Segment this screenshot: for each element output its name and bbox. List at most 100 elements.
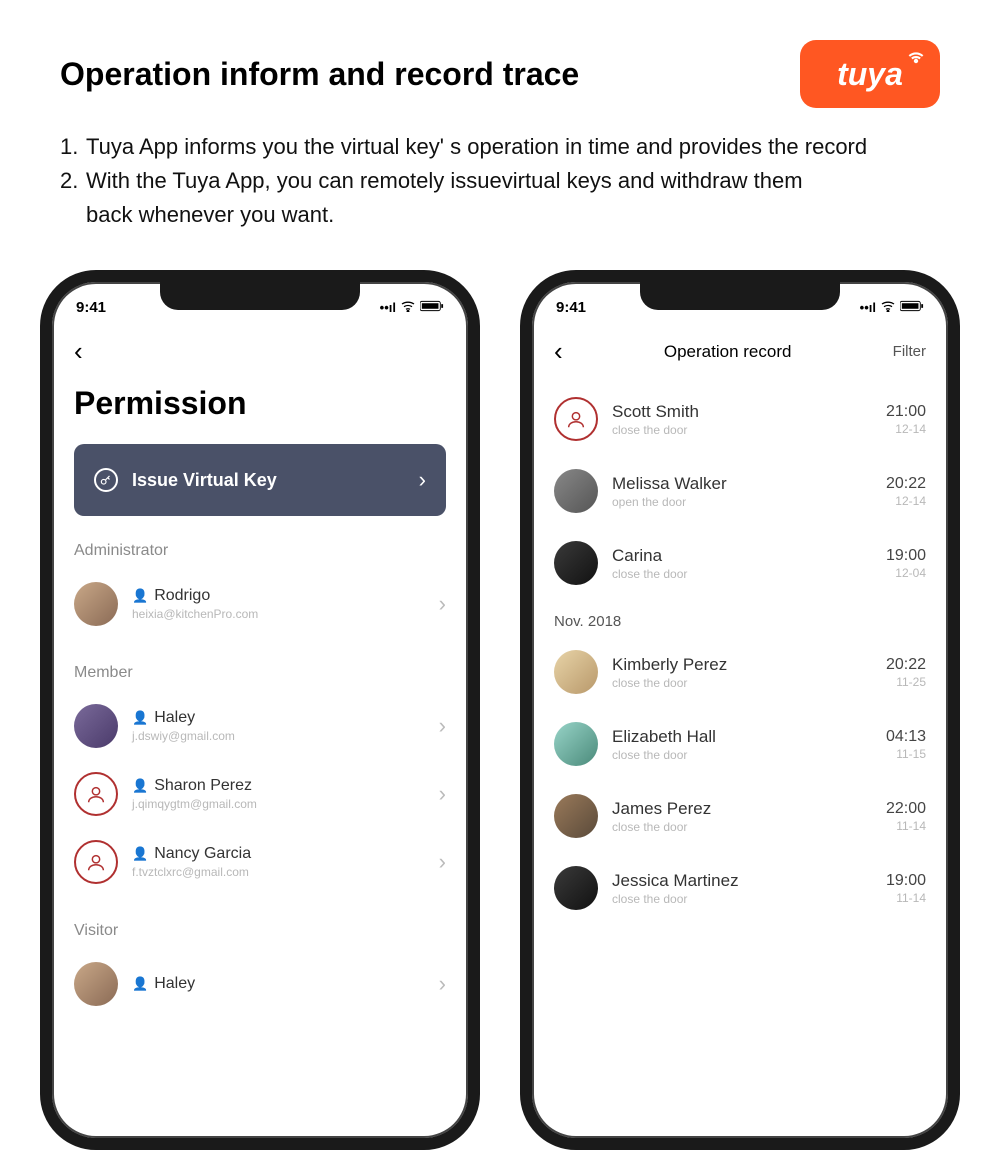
user-name: Nancy Garcia bbox=[154, 845, 251, 863]
person-icon: 👤 bbox=[132, 710, 148, 726]
chevron-right-icon: › bbox=[439, 713, 446, 739]
phone-mockup-permission: 9:41 ••ıl ‹ Permission Issue Virtual Key… bbox=[40, 270, 480, 1150]
page-heading: Operation inform and record trace bbox=[60, 56, 579, 93]
record-time: 21:00 bbox=[886, 403, 926, 421]
record-row[interactable]: James Perezclose the door 22:0011-14 bbox=[554, 780, 926, 852]
issue-virtual-key-label: Issue Virtual Key bbox=[132, 470, 277, 491]
record-date: 11-14 bbox=[886, 891, 926, 905]
status-time: 9:41 bbox=[556, 299, 586, 316]
user-row[interactable]: 👤 Haley › bbox=[74, 950, 446, 1018]
tuya-logo-text: tuya bbox=[837, 56, 903, 93]
bullet-number: 1. bbox=[60, 130, 86, 164]
avatar bbox=[554, 722, 598, 766]
avatar bbox=[554, 397, 598, 441]
person-icon: 👤 bbox=[132, 778, 148, 794]
record-date: 12-04 bbox=[886, 566, 926, 580]
avatar bbox=[554, 794, 598, 838]
wifi-icon bbox=[400, 300, 416, 315]
record-date: 11-14 bbox=[886, 819, 926, 833]
chevron-right-icon: › bbox=[439, 849, 446, 875]
tuya-logo: tuya bbox=[800, 40, 940, 108]
section-member: Member bbox=[74, 664, 446, 682]
wifi-icon bbox=[906, 46, 926, 66]
avatar bbox=[74, 840, 118, 884]
user-email: heixia@kitchenPro.com bbox=[132, 607, 425, 621]
chevron-right-icon: › bbox=[419, 467, 426, 493]
record-row[interactable]: Kimberly Perezclose the door 20:2211-25 bbox=[554, 636, 926, 708]
avatar bbox=[554, 650, 598, 694]
issue-virtual-key-button[interactable]: Issue Virtual Key › bbox=[74, 444, 446, 516]
status-time: 9:41 bbox=[76, 299, 106, 316]
back-button[interactable]: ‹ bbox=[74, 336, 83, 366]
avatar bbox=[74, 704, 118, 748]
bullet-text: With the Tuya App, you can remotely issu… bbox=[86, 164, 803, 198]
key-icon bbox=[94, 468, 118, 492]
record-action: open the door bbox=[612, 495, 872, 509]
user-row[interactable]: 👤 Sharon Perez j.qimqygtm@gmail.com › bbox=[74, 760, 446, 828]
record-row[interactable]: Carinaclose the door 19:0012-04 bbox=[554, 527, 926, 599]
record-row[interactable]: Scott Smithclose the door 21:0012-14 bbox=[554, 383, 926, 455]
user-row[interactable]: 👤 Rodrigo heixia@kitchenPro.com › bbox=[74, 570, 446, 638]
record-action: close the door bbox=[612, 567, 872, 581]
avatar bbox=[74, 772, 118, 816]
chevron-right-icon: › bbox=[439, 781, 446, 807]
battery-icon bbox=[900, 300, 924, 315]
record-action: close the door bbox=[612, 676, 872, 690]
page-title: Operation record bbox=[664, 342, 792, 362]
user-email: j.dswiy@gmail.com bbox=[132, 729, 425, 743]
signal-icon: ••ıl bbox=[380, 300, 396, 315]
user-name: Sharon Perez bbox=[154, 777, 252, 795]
user-name: Rodrigo bbox=[154, 587, 210, 605]
record-action: close the door bbox=[612, 423, 872, 437]
avatar bbox=[74, 582, 118, 626]
chevron-right-icon: › bbox=[439, 591, 446, 617]
back-button[interactable]: ‹ bbox=[554, 336, 563, 367]
record-name: Jessica Martinez bbox=[612, 871, 872, 891]
section-visitor: Visitor bbox=[74, 922, 446, 940]
avatar bbox=[554, 469, 598, 513]
bullet-number: 2. bbox=[60, 164, 86, 198]
bullet-text: Tuya App informs you the virtual key' s … bbox=[86, 130, 867, 164]
record-time: 20:22 bbox=[886, 656, 926, 674]
bullet-text: back whenever you want. bbox=[60, 198, 940, 232]
avatar bbox=[554, 866, 598, 910]
page-title: Permission bbox=[74, 385, 446, 422]
record-time: 22:00 bbox=[886, 800, 926, 818]
avatar bbox=[74, 962, 118, 1006]
feature-bullets: 1.Tuya App informs you the virtual key' … bbox=[60, 130, 940, 232]
record-row[interactable]: Melissa Walkeropen the door 20:2212-14 bbox=[554, 455, 926, 527]
signal-icon: ••ıl bbox=[860, 300, 876, 315]
user-row[interactable]: 👤 Haley j.dswiy@gmail.com › bbox=[74, 692, 446, 760]
section-administrator: Administrator bbox=[74, 542, 446, 560]
month-header: Nov. 2018 bbox=[554, 613, 926, 630]
record-action: close the door bbox=[612, 748, 872, 762]
record-name: Melissa Walker bbox=[612, 474, 872, 494]
record-row[interactable]: Elizabeth Hallclose the door 04:1311-15 bbox=[554, 708, 926, 780]
avatar bbox=[554, 541, 598, 585]
record-date: 11-15 bbox=[886, 747, 926, 761]
record-name: Carina bbox=[612, 546, 872, 566]
record-time: 04:13 bbox=[886, 728, 926, 746]
record-row[interactable]: Jessica Martinezclose the door 19:0011-1… bbox=[554, 852, 926, 924]
record-time: 19:00 bbox=[886, 872, 926, 890]
user-email: f.tvztclxrc@gmail.com bbox=[132, 865, 425, 879]
record-time: 20:22 bbox=[886, 475, 926, 493]
person-icon: 👤 bbox=[132, 588, 148, 604]
record-date: 12-14 bbox=[886, 422, 926, 436]
user-row[interactable]: 👤Nancy Garcia f.tvztclxrc@gmail.com › bbox=[74, 828, 446, 896]
phone-notch bbox=[160, 282, 360, 310]
record-name: Kimberly Perez bbox=[612, 655, 872, 675]
user-email: j.qimqygtm@gmail.com bbox=[132, 797, 425, 811]
user-name: Haley bbox=[154, 975, 195, 993]
filter-button[interactable]: Filter bbox=[893, 343, 926, 360]
chevron-right-icon: › bbox=[439, 971, 446, 997]
wifi-icon bbox=[880, 300, 896, 315]
record-name: Elizabeth Hall bbox=[612, 727, 872, 747]
user-name: Haley bbox=[154, 709, 195, 727]
record-name: James Perez bbox=[612, 799, 872, 819]
record-date: 12-14 bbox=[886, 494, 926, 508]
battery-icon bbox=[420, 300, 444, 315]
record-date: 11-25 bbox=[886, 675, 926, 689]
phone-mockup-records: 9:41 ••ıl ‹ Operation record Filter bbox=[520, 270, 960, 1150]
person-icon: 👤 bbox=[132, 976, 148, 992]
